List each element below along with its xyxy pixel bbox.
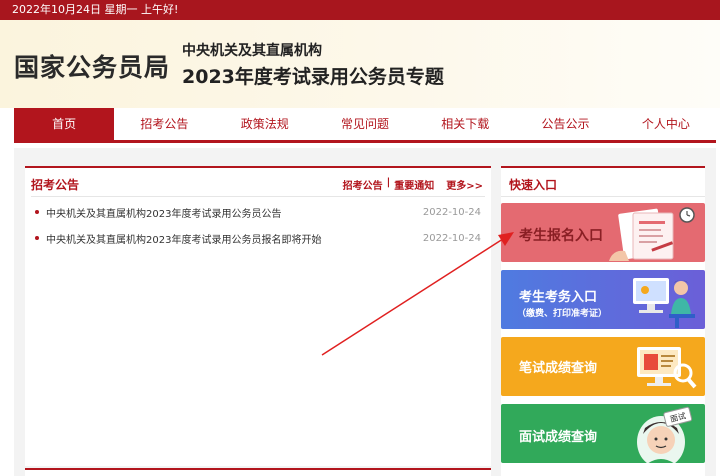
button-label: 考生考务入口 [519,290,598,305]
announcements-title: 招考公告 [31,178,80,192]
quick-entry-title: 快速入口 [509,178,558,192]
site-header: 国家公务员局 中央机关及其直属机构 2023年度考试录用公务员专题 [0,20,720,108]
news-title[interactable]: 中央机关及其直属机构2023年度考试录用公务员报名即将开始 [46,231,423,246]
button-label: 考生报名入口 [519,228,603,244]
button-sublabel: （缴费、打印准考证） [517,309,608,319]
nav-public-notices[interactable]: 公告公示 [515,108,615,140]
more-link[interactable]: 更多>> [446,177,483,192]
list-item[interactable]: 中央机关及其直属机构2023年度考试录用公务员报名即将开始 2022-10-24 [35,230,485,246]
candidate-exam-affairs-button[interactable]: 考生考务入口 （缴费、打印准考证） [501,270,705,329]
divider [501,196,705,197]
list-item[interactable]: 中央机关及其直属机构2023年度考试录用公务员公告 2022-10-24 [35,204,485,220]
computer-user-icon [633,278,695,328]
candidate-registration-button[interactable]: 考生报名入口 [501,203,705,262]
date-greeting-bar: 2022年10月24日 星期一 上午好! [0,0,720,20]
announcements-panel: 招考公告 招考公告 | 重要通知 更多>> 中央机关及其直属机构2023年度考试… [25,166,491,466]
nav-home[interactable]: 首页 [14,108,115,140]
written-exam-score-query-button[interactable]: 笔试成绩查询 [501,337,705,396]
link-separator: | [386,177,391,188]
button-label: 面试成绩查询 [519,430,598,445]
interview-score-query-button[interactable]: 面试成绩查询 面试 [501,404,705,463]
news-title[interactable]: 中央机关及其直属机构2023年度考试录用公务员公告 [46,205,423,220]
divider [31,196,485,197]
nav-personal-center[interactable]: 个人中心 [616,108,716,140]
interview-person-icon: 面试 [637,406,693,463]
header-title: 2023年度考试录用公务员专题 [182,66,444,88]
nav-downloads[interactable]: 相关下载 [415,108,515,140]
bullet-icon [35,236,39,240]
second-panel-edge [25,468,491,476]
nav-faq[interactable]: 常见问题 [315,108,415,140]
link-important-notices[interactable]: 重要通知 [394,177,434,192]
header-subtitle: 中央机关及其直属机构 [182,43,322,59]
news-date: 2022-10-24 [422,232,481,244]
score-monitor-icon [637,347,697,389]
main-nav: 首页 招考公告 政策法规 常见问题 相关下载 公告公示 个人中心 [14,108,716,143]
button-label: 笔试成绩查询 [519,361,598,376]
bullet-icon [35,210,39,214]
news-date: 2022-10-24 [422,206,481,218]
registration-documents-icon [609,207,695,261]
link-recruit-announcements[interactable]: 招考公告 [343,177,383,192]
announcements-links: 招考公告 | 重要通知 更多>> [343,177,483,192]
site-brand[interactable]: 国家公务员局 [14,48,170,84]
nav-policies[interactable]: 政策法规 [215,108,315,140]
nav-recruit-announcements[interactable]: 招考公告 [114,108,214,140]
